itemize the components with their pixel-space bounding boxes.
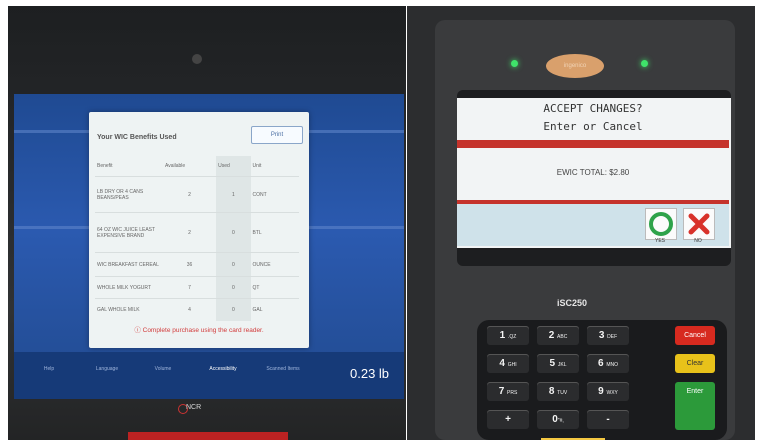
no-button[interactable]: [683, 208, 715, 240]
key-0[interactable]: 0"#,: [537, 410, 579, 429]
dialog-title: Your WIC Benefits Used: [97, 134, 177, 141]
taskbar-help[interactable]: Help: [24, 366, 74, 372]
available-cell: 7: [163, 276, 217, 299]
ingenico-logo: ingenico: [546, 54, 604, 78]
prompt-line-1: ACCEPT CHANGES?: [543, 102, 643, 115]
x-icon: [688, 213, 710, 235]
used-cell: 0: [216, 212, 251, 253]
unit-cell: BTL: [250, 212, 299, 253]
key-2[interactable]: 2 ABC: [537, 326, 579, 345]
cancel-key[interactable]: Cancel: [675, 326, 715, 345]
key-1[interactable]: 1 .QZ: [487, 326, 529, 345]
unit-cell: GAL: [250, 298, 299, 321]
available-cell: 2: [163, 176, 217, 213]
counter-strip: [128, 432, 288, 440]
lcd-red-band: [457, 200, 729, 204]
table-row: 64 OZ WIC JUICE LEAST EXPENSIVE BRAND 2 …: [95, 212, 299, 253]
clear-key[interactable]: Clear: [675, 354, 715, 373]
benefit-cell: GAL WHOLE MILK: [95, 298, 163, 321]
print-button[interactable]: Print: [251, 126, 303, 144]
status-led-icon: [641, 60, 648, 67]
benefit-cell: WHOLE MILK YOGURT: [95, 276, 163, 299]
scale-weight: 0.23 lb: [350, 366, 390, 381]
key-7[interactable]: 7 PRS: [487, 382, 529, 401]
enter-key[interactable]: Enter: [675, 382, 715, 430]
key-9[interactable]: 9 WXY: [587, 382, 629, 401]
table-row: LB DRY OR 4 CANS BEANS/PEAS 2 1 CONT: [95, 176, 299, 213]
benefit-cell: LB DRY OR 4 CANS BEANS/PEAS: [95, 176, 163, 213]
benefit-cell: 64 OZ WIC JUICE LEAST EXPENSIVE BRAND: [95, 212, 163, 253]
benefit-cell: WIC BREAKFAST CEREAL: [95, 252, 163, 277]
key-5[interactable]: 5 JKL: [537, 354, 579, 373]
key-minus[interactable]: -: [587, 410, 629, 429]
available-cell: 2: [163, 212, 217, 253]
card-reader: ingenico ACCEPT CHANGES? Enter or Cancel…: [435, 20, 735, 440]
table-row: WIC BREAKFAST CEREAL 36 0 OUNCE: [95, 252, 299, 277]
status-led-icon: [511, 60, 518, 67]
kiosk-screen: Your WIC Benefits Used Print Benefit Ava…: [14, 94, 404, 399]
taskbar-accessibility[interactable]: Accessibility: [198, 366, 248, 372]
taskbar-language[interactable]: Language: [82, 366, 132, 372]
wic-benefits-dialog: Your WIC Benefits Used Print Benefit Ava…: [89, 112, 309, 348]
key-6[interactable]: 6 MNO: [587, 354, 629, 373]
available-cell: 4: [163, 298, 217, 321]
prompt-line-2: Enter or Cancel: [543, 120, 643, 133]
key-3[interactable]: 3 DEF: [587, 326, 629, 345]
footer-text: Complete purchase using the card reader.: [142, 327, 264, 334]
used-cell: 0: [216, 252, 251, 277]
key-8[interactable]: 8 TUV: [537, 382, 579, 401]
keypad: 1 .QZ 2 ABC 3 DEF 4 GHI 5 JKL 6 MNO 7 PR…: [477, 320, 727, 440]
sticker: [541, 438, 605, 440]
alert-icon: ⓘ: [134, 327, 143, 334]
used-cell: 0: [216, 276, 251, 299]
card-reader-photo: ingenico ACCEPT CHANGES? Enter or Cancel…: [407, 6, 755, 440]
used-cell: 1: [216, 176, 251, 213]
taskbar-volume[interactable]: Volume: [138, 366, 188, 372]
yes-button[interactable]: [645, 208, 677, 240]
column-header: Used: [216, 156, 251, 177]
dialog-footer: ⓘ Complete purchase using the card reade…: [89, 324, 309, 334]
unit-cell: CONT: [250, 176, 299, 213]
camera-icon: [192, 54, 202, 64]
unit-cell: QT: [250, 276, 299, 299]
unit-cell: OUNCE: [250, 252, 299, 277]
used-cell: 0: [216, 298, 251, 321]
taskbar: Help Language Volume Accessibility Scann…: [14, 352, 404, 399]
taskbar-scanned-items[interactable]: Scanned Items: [258, 366, 308, 372]
no-label: NO: [694, 238, 702, 244]
key-plus[interactable]: +: [487, 410, 529, 429]
kiosk-photo: Your WIC Benefits Used Print Benefit Ava…: [8, 6, 406, 440]
reader-lcd: ACCEPT CHANGES? Enter or Cancel EWIC TOT…: [457, 98, 731, 248]
available-cell: 36: [163, 252, 217, 277]
benefits-table: Benefit Available Used Unit LB DRY OR 4 …: [95, 156, 299, 321]
table-row: GAL WHOLE MILK 4 0 GAL: [95, 298, 299, 321]
yes-label: YES: [654, 238, 665, 244]
table-row: WHOLE MILK YOGURT 7 0 QT: [95, 276, 299, 299]
column-header: Benefit: [97, 163, 113, 169]
key-4[interactable]: 4 GHI: [487, 354, 529, 373]
column-header: Unit: [252, 163, 262, 169]
brand-label: NCR: [186, 404, 202, 411]
lcd-action-area: YES NO: [457, 200, 729, 246]
ewic-total: EWIC TOTAL: $2.80: [556, 168, 630, 177]
circle-icon: [649, 212, 673, 236]
model-label: iSC250: [557, 298, 588, 308]
reader-screen-frame: ACCEPT CHANGES? Enter or Cancel EWIC TOT…: [457, 90, 731, 266]
column-header: Available: [165, 163, 186, 169]
lcd-red-band: [457, 140, 729, 148]
